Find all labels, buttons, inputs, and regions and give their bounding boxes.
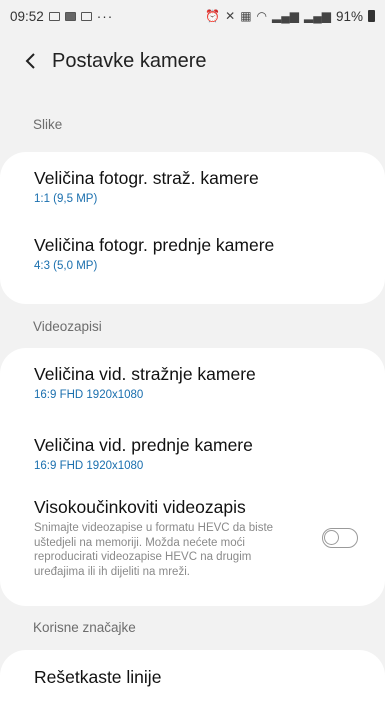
videos-card: Veličina vid. stražnje kamere 16:9 FHD 1… [0, 348, 385, 606]
app-header: Postavke kamere [0, 32, 385, 90]
useful-card: Rešetkaste linije [0, 650, 385, 710]
rear-video-size-item[interactable]: Veličina vid. stražnje kamere 16:9 FHD 1… [0, 348, 385, 422]
toggle-knob [324, 529, 339, 545]
hevc-video-item[interactable]: Visokoučinkoviti videozapis Snimajte vid… [0, 490, 385, 579]
front-photo-size-item[interactable]: Veličina fotogr. prednje kamere 4:3 (5,0… [0, 222, 385, 292]
page-title: Postavke kamere [52, 49, 207, 72]
rear-video-size-title: Veličina vid. stražnje kamere [34, 364, 256, 384]
alarm-icon: ⏰ [205, 9, 221, 23]
pictures-card: Veličina fotogr. straž. kamere 1:1 (9,5 … [0, 152, 385, 304]
grid-lines-title: Rešetkaste linije [34, 667, 162, 687]
rear-video-size-value: 16:9 FHD 1920x1080 [34, 389, 144, 401]
volte-icon: ▦ [240, 9, 252, 23]
front-video-size-value: 16:9 FHD 1920x1080 [34, 460, 144, 472]
front-video-size-item[interactable]: Veličina vid. prednje kamere 16:9 FHD 19… [0, 422, 385, 490]
wifi-icon: ◠ [256, 9, 268, 23]
rear-photo-size-value: 1:1 (9,5 MP) [34, 193, 98, 205]
hevc-video-toggle[interactable] [322, 527, 358, 548]
signal-2-icon: ▂▄▆ [304, 9, 331, 23]
section-label-videos: Videozapisi [33, 319, 102, 334]
grid-lines-item[interactable]: Rešetkaste linije [0, 650, 385, 688]
status-time: 09:52 [10, 8, 44, 24]
rear-photo-size-title: Veličina fotogr. straž. kamere [34, 168, 259, 188]
status-left: 09:52 ··· [10, 9, 113, 24]
section-label-useful: Korisne značajke [33, 620, 136, 635]
hevc-video-description: Snimajte videozapise u formatu HEVC da b… [34, 522, 274, 578]
more-notifications-icon: ··· [96, 8, 114, 24]
section-label-pictures: Slike [33, 117, 63, 132]
front-photo-size-title: Veličina fotogr. prednje kamere [34, 235, 275, 255]
gallery-notification-icon [64, 11, 76, 21]
status-bar: 09:52 ··· ⏰ ✕ ▦ ◠ ▂▄▆ ▂▄▆ 91% [0, 0, 385, 32]
battery-icon [368, 10, 375, 22]
front-video-size-title: Veličina vid. prednje kamere [34, 435, 253, 455]
battery-percent: 91% [335, 8, 363, 24]
hevc-video-title: Visokoučinkoviti videozapis [34, 497, 246, 517]
rear-photo-size-item[interactable]: Veličina fotogr. straž. kamere 1:1 (9,5 … [0, 152, 385, 222]
front-photo-size-value: 4:3 (5,0 MP) [34, 260, 98, 272]
hevc-video-text: Visokoučinkoviti videozapis Snimajte vid… [34, 496, 284, 579]
image-notification-icon [80, 11, 92, 21]
nfc-icon: ✕ [225, 9, 236, 23]
message-notification-icon [48, 11, 60, 21]
signal-icon: ▂▄▆ [272, 9, 299, 23]
status-right: ⏰ ✕ ▦ ◠ ▂▄▆ ▂▄▆ 91% [205, 9, 375, 24]
back-arrow-icon[interactable] [16, 46, 46, 76]
